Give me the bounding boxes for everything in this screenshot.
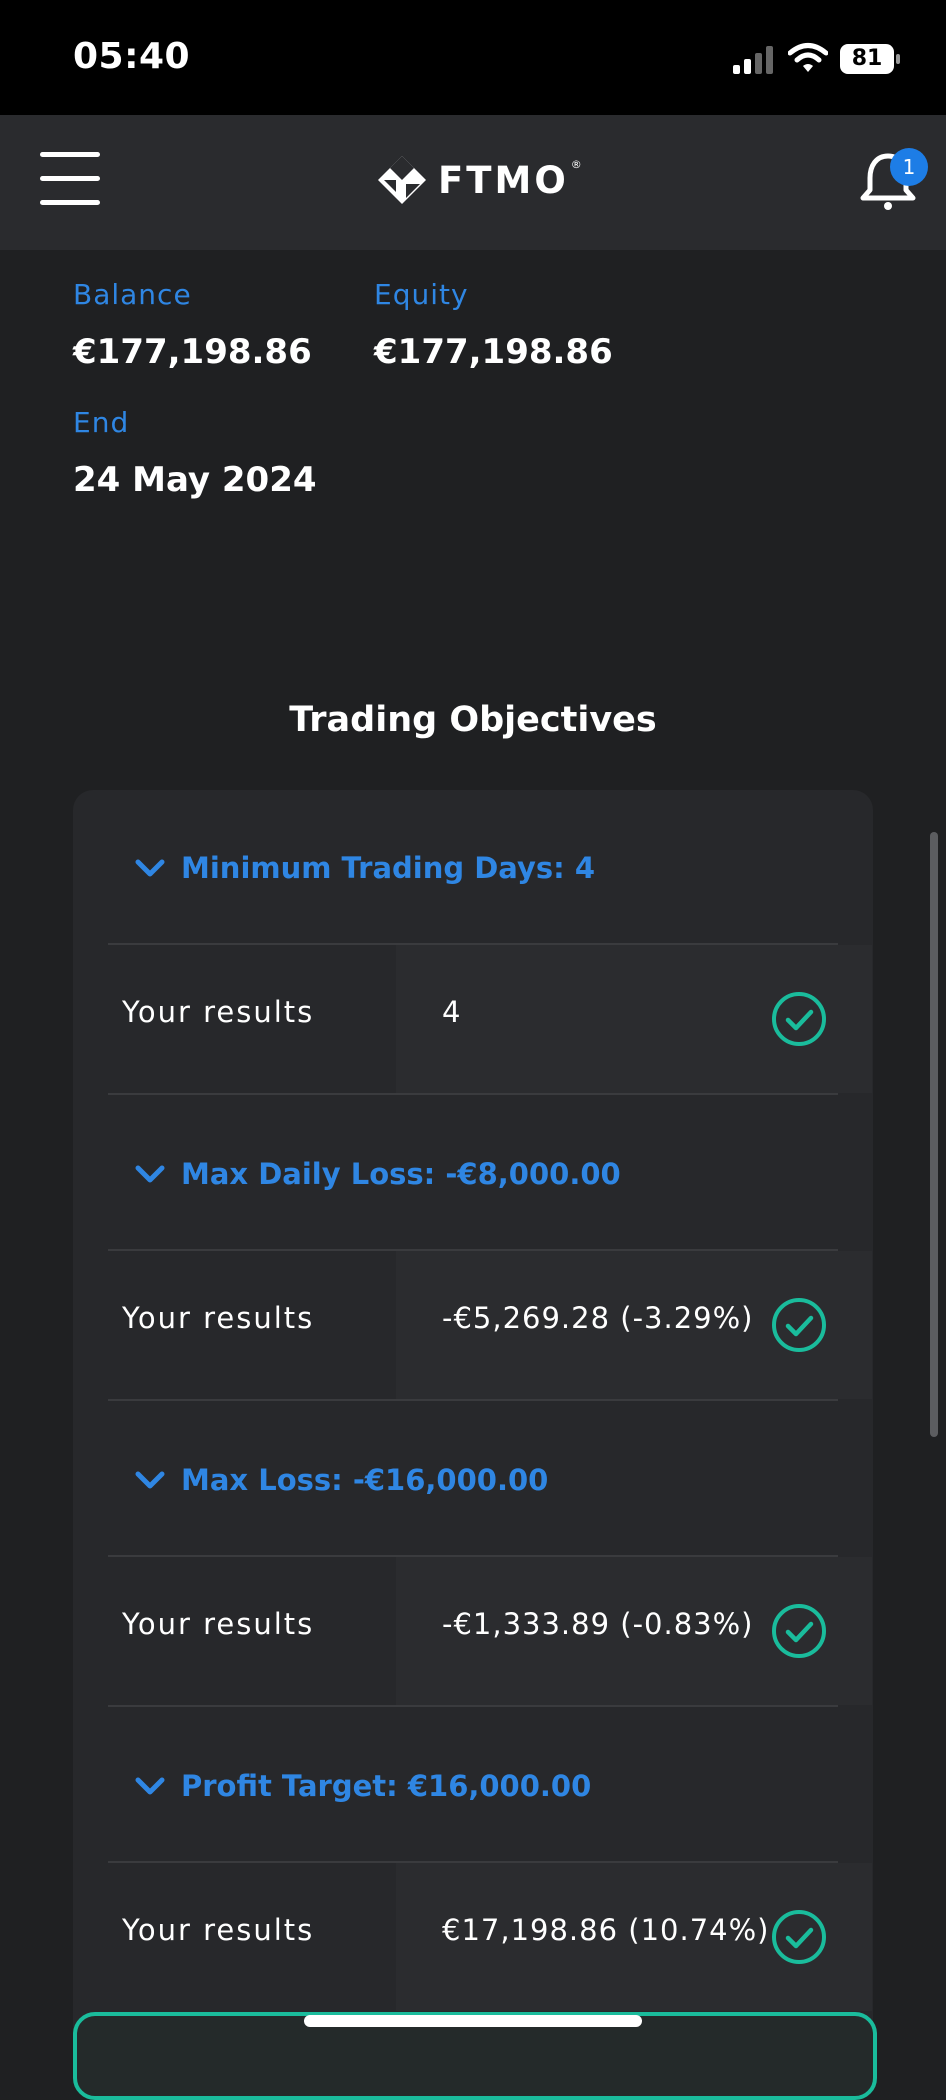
result-value: -€1,333.89 (-0.83%) [442, 1607, 754, 1641]
wifi-icon [788, 43, 828, 72]
chevron-down-icon [135, 1777, 165, 1795]
result-label: Your results [122, 1607, 315, 1641]
balance-value: €177,198.86 [73, 332, 312, 372]
battery-icon: 81 [840, 44, 900, 74]
cellular-signal-icon [733, 46, 773, 74]
ftmo-logo-mark-icon [378, 156, 426, 204]
end-label: End [73, 406, 130, 439]
chevron-down-icon [135, 1165, 165, 1183]
result-value: -€5,269.28 (-3.29%) [442, 1301, 754, 1335]
battery-level: 81 [840, 44, 894, 74]
equity-label: Equity [374, 278, 469, 311]
objective-title: Minimum Trading Days: 4 [181, 851, 596, 885]
objective-title: Profit Target: €16,000.00 [181, 1769, 592, 1803]
objective-header-max-daily-loss[interactable]: Max Daily Loss: -€8,000.00 [135, 1154, 621, 1194]
result-row: Your results -€1,333.89 (-0.83%) [108, 1557, 872, 1705]
objective-title: Max Daily Loss: -€8,000.00 [181, 1157, 621, 1191]
divider [108, 1093, 838, 1095]
result-row: Your results -€5,269.28 (-3.29%) [108, 1251, 872, 1399]
objective-header-profit-target[interactable]: Profit Target: €16,000.00 [135, 1766, 591, 1806]
objective-title: Max Loss: -€16,000.00 [181, 1463, 549, 1497]
divider [108, 1705, 838, 1707]
check-circle-icon [772, 1910, 826, 1964]
check-circle-icon [772, 992, 826, 1046]
balance-label: Balance [73, 278, 192, 311]
page-scrollbar[interactable] [930, 832, 938, 1437]
logo-registered-mark: ® [570, 157, 582, 171]
objective-header-min-trading-days[interactable]: Minimum Trading Days: 4 [135, 848, 595, 888]
status-bar: 05:40 81 [0, 0, 946, 115]
status-time: 05:40 [73, 36, 191, 77]
section-title: Trading Objectives [289, 700, 657, 740]
end-date-value: 24 May 2024 [73, 460, 317, 500]
notification-badge[interactable]: 1 [890, 148, 928, 186]
divider [108, 1399, 838, 1401]
result-label: Your results [122, 1301, 315, 1335]
check-circle-icon [772, 1604, 826, 1658]
objective-header-max-loss[interactable]: Max Loss: -€16,000.00 [135, 1460, 548, 1500]
chevron-down-icon [135, 1471, 165, 1489]
logo-text: FTMO [438, 158, 569, 202]
result-label: Your results [122, 1913, 315, 1947]
result-label: Your results [122, 995, 315, 1029]
result-row: Your results €17,198.86 (10.74%) [108, 1863, 872, 2011]
hamburger-menu-icon[interactable] [40, 152, 100, 206]
home-indicator[interactable] [304, 2015, 642, 2027]
check-circle-icon [772, 1298, 826, 1352]
result-value: €17,198.86 (10.74%) [442, 1913, 770, 1947]
result-value: 4 [442, 995, 462, 1029]
equity-value: €177,198.86 [374, 332, 613, 372]
chevron-down-icon [135, 859, 165, 877]
ftmo-logo[interactable]: FTMO ® [376, 152, 582, 208]
result-row: Your results 4 [108, 945, 872, 1093]
